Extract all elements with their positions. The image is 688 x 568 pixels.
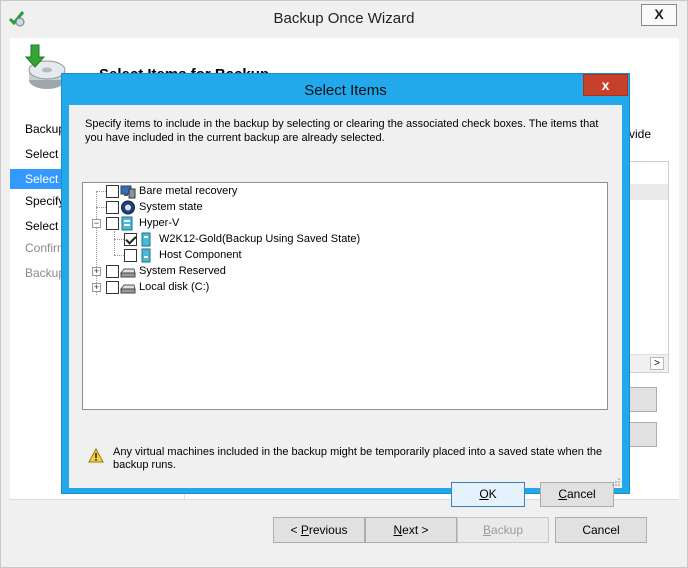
tree-item-w2k12-gold[interactable]: W2K12-Gold(Backup Using Saved State) xyxy=(83,231,603,247)
bare-metal-icon xyxy=(120,185,136,199)
previous-accesskey: P xyxy=(300,523,309,537)
tree-item-system-state[interactable]: System state xyxy=(83,199,603,215)
backup-items-tree[interactable]: Bare metal recovery System state − Hyper… xyxy=(82,182,608,410)
select-items-dialog: Select Items x Specify items to include … xyxy=(61,73,630,507)
tree-item-label: Host Component xyxy=(159,249,242,261)
w2k12-gold-checkbox[interactable] xyxy=(124,233,137,246)
tree-item-label: W2K12-Gold(Backup Using Saved State) xyxy=(159,233,361,245)
tree-item-system-reserved[interactable]: + System Reserved xyxy=(83,263,603,279)
tree-item-local-disk-c[interactable]: + Local disk (C:) xyxy=(83,279,603,295)
dialog-client-area: Specify items to include in the backup b… xyxy=(69,105,622,507)
expand-icon[interactable]: + xyxy=(92,267,101,276)
scroll-right-icon[interactable]: > xyxy=(650,357,664,370)
previous-label: revious xyxy=(308,523,348,537)
tree-item-label: Bare metal recovery xyxy=(139,185,238,197)
local-disk-c-checkbox[interactable] xyxy=(106,281,119,294)
backup-accesskey: B xyxy=(482,523,491,537)
wizard-title: Backup Once Wizard xyxy=(273,10,415,27)
hyper-v-checkbox[interactable] xyxy=(106,217,119,230)
expand-icon[interactable]: + xyxy=(92,283,101,292)
next-accesskey: N xyxy=(393,523,403,537)
drive-icon xyxy=(120,284,136,294)
tree-item-bare-metal-recovery[interactable]: Bare metal recovery xyxy=(83,183,603,199)
tree-item-label: System Reserved xyxy=(139,265,226,277)
dialog-title: Select Items xyxy=(304,82,387,99)
host-component-checkbox[interactable] xyxy=(124,249,137,262)
ok-button[interactable]: OK xyxy=(451,482,525,507)
hyper-v-icon xyxy=(121,216,133,231)
warning-message: Any virtual machines included in the bac… xyxy=(113,446,603,471)
bare-metal-recovery-checkbox[interactable] xyxy=(106,185,119,198)
dialog-close-button[interactable]: x xyxy=(583,74,628,96)
system-state-icon xyxy=(121,200,135,215)
resize-grip-icon[interactable] xyxy=(611,477,621,487)
ok-accesskey: O xyxy=(479,487,489,501)
dialog-description: Specify items to include in the backup b… xyxy=(85,118,599,144)
wizard-cancel-button[interactable]: Cancel xyxy=(555,517,647,543)
backup-label: ackup xyxy=(490,523,524,537)
dialog-cancel-button[interactable]: Cancel xyxy=(540,482,614,507)
tree-item-hyper-v[interactable]: − Hyper-V xyxy=(83,215,603,231)
next-button[interactable]: Next > xyxy=(365,517,457,543)
wizard-close-button[interactable]: X xyxy=(641,4,677,26)
system-state-checkbox[interactable] xyxy=(106,201,119,214)
backup-button: Backup xyxy=(457,517,549,543)
tree-item-host-component[interactable]: Host Component xyxy=(83,247,603,263)
tree-item-label: Local disk (C:) xyxy=(139,281,210,293)
host-component-icon xyxy=(141,248,151,263)
system-reserved-checkbox[interactable] xyxy=(106,265,119,278)
virtual-machine-icon xyxy=(141,232,151,247)
previous-prefix: < xyxy=(290,523,301,537)
tree-item-label: Hyper-V xyxy=(139,217,180,229)
collapse-icon[interactable]: − xyxy=(92,219,101,228)
wizard-content-text: vide xyxy=(629,127,652,141)
ok-label: K xyxy=(488,487,497,501)
drive-icon xyxy=(120,268,136,278)
next-label: ext > xyxy=(402,523,429,537)
wizard-title-bar[interactable]: Backup Once Wizard X xyxy=(1,1,687,37)
previous-button[interactable]: < Previous xyxy=(273,517,365,543)
wizard-footer: < Previous Next > Backup Cancel xyxy=(10,499,679,561)
cancel-label: ancel xyxy=(566,487,596,501)
warning-icon xyxy=(88,448,104,463)
tree-item-label: System state xyxy=(139,201,203,213)
cancel-accesskey: C xyxy=(558,487,567,501)
